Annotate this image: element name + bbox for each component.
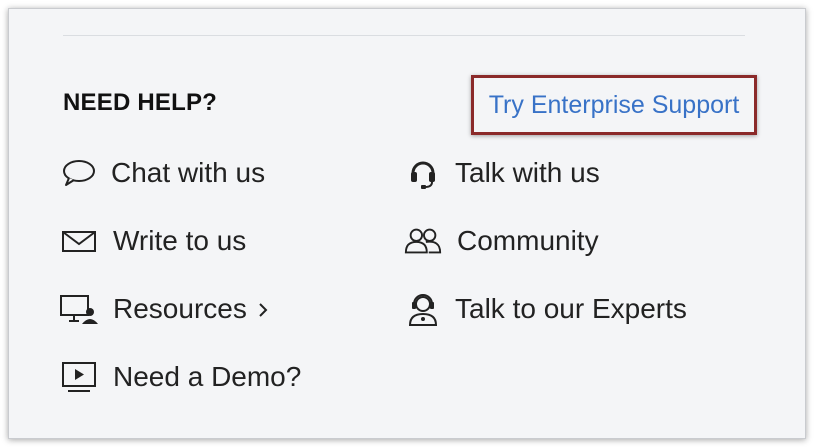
expert-agent-icon [403, 292, 443, 326]
envelope-icon [59, 224, 99, 258]
write-to-us-item[interactable]: Write to us [59, 224, 246, 258]
enterprise-support-link[interactable]: Try Enterprise Support [489, 91, 740, 120]
need-help-heading: NEED HELP? [63, 89, 218, 116]
chat-with-us-item[interactable]: Chat with us [59, 156, 265, 190]
enterprise-support-highlight[interactable]: Try Enterprise Support [471, 75, 757, 135]
divider [63, 35, 745, 36]
monitor-user-icon [59, 292, 99, 326]
resources-label: Resources [113, 293, 247, 324]
need-a-demo-label: Need a Demo? [113, 361, 302, 392]
users-icon [403, 224, 443, 258]
talk-to-experts-label: Talk to our Experts [455, 293, 687, 324]
talk-with-us-item[interactable]: Talk with us [403, 156, 600, 190]
community-label: Community [457, 225, 599, 256]
chevron-right-icon [257, 301, 269, 324]
headset-icon [403, 156, 443, 190]
need-help-panel: NEED HELP? Try Enterprise Support Chat w… [8, 8, 806, 439]
talk-to-experts-item[interactable]: Talk to our Experts [403, 292, 687, 326]
chat-with-us-label: Chat with us [111, 157, 266, 188]
community-item[interactable]: Community [403, 224, 599, 258]
need-a-demo-item[interactable]: Need a Demo? [59, 360, 301, 394]
write-to-us-label: Write to us [113, 225, 247, 256]
resources-item[interactable]: Resources [59, 292, 269, 326]
talk-with-us-label: Talk with us [455, 157, 600, 188]
chat-bubble-icon [59, 156, 99, 190]
play-screen-icon [59, 360, 99, 394]
